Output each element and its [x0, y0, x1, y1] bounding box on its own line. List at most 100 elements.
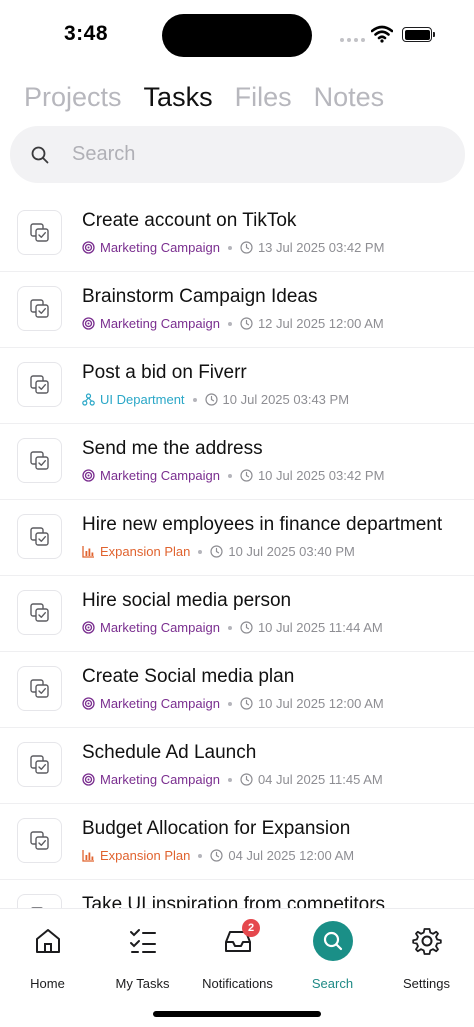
dynamic-island [162, 14, 312, 57]
task-title: Take UI inspiration from competitors [82, 894, 386, 908]
target-icon [82, 697, 95, 710]
task-title: Send me the address [82, 438, 263, 459]
search-icon [323, 931, 342, 951]
tab-tasks[interactable]: Tasks [144, 82, 213, 113]
task-icon-box [17, 666, 62, 711]
search-icon [31, 146, 49, 163]
clock-icon [204, 393, 218, 406]
checklist-icon [129, 929, 156, 953]
task-row[interactable]: Hire social media person Marketing Campai… [0, 576, 474, 652]
tab-files[interactable]: Files [235, 82, 292, 113]
search-input[interactable] [72, 143, 412, 166]
task-date: 12 Jul 2025 12:00 AM [257, 316, 384, 331]
wifi-icon [371, 25, 393, 43]
task-title: Budget Allocation for Expansion [82, 818, 351, 839]
task-project[interactable]: Expansion Plan [100, 848, 190, 863]
nav-settings-label: Settings [403, 976, 450, 991]
clock-icon [240, 773, 253, 786]
task-checkbox-icon [30, 831, 49, 850]
task-checkbox-icon [30, 451, 49, 470]
task-title: Schedule Ad Launch [82, 742, 257, 763]
gear-icon [411, 928, 442, 955]
task-project[interactable]: Marketing Campaign [100, 468, 220, 483]
nav-home[interactable]: Home [0, 919, 95, 991]
task-project[interactable]: Marketing Campaign [100, 620, 220, 635]
task-icon-box [17, 210, 62, 255]
task-meta: Marketing Campaign 10 Jul 2025 11:44 AM [82, 620, 383, 635]
search-bar[interactable] [10, 126, 465, 183]
target-icon [82, 241, 95, 254]
task-title: Brainstorm Campaign Ideas [82, 286, 318, 307]
task-row[interactable]: Post a bid on Fiverr UI Department 10 Jul … [0, 348, 474, 424]
task-meta: Marketing Campaign 10 Jul 2025 12:00 AM [82, 696, 384, 711]
clock-icon [210, 545, 223, 558]
task-date: 13 Jul 2025 03:42 PM [257, 240, 385, 255]
nav-notifications[interactable]: 2 Notifications [190, 919, 285, 991]
task-checkbox-icon [30, 527, 49, 546]
task-meta: Expansion Plan 10 Jul 2025 03:40 PM [82, 544, 355, 559]
task-icon-box [17, 818, 62, 863]
separator-dot [198, 549, 203, 554]
task-meta: UI Department 10 Jul 2025 03:43 PM [82, 392, 349, 407]
task-project[interactable]: Expansion Plan [100, 544, 190, 559]
task-project[interactable]: Marketing Campaign [100, 240, 220, 255]
task-row[interactable]: Hire new employees in finance department… [0, 500, 474, 576]
target-icon [82, 317, 95, 330]
home-icon [35, 929, 60, 953]
section-tabs: Projects Tasks Files Notes [24, 82, 384, 113]
task-icon-box [17, 742, 62, 787]
task-date: 10 Jul 2025 03:40 PM [228, 544, 355, 559]
nav-settings[interactable]: Settings [379, 919, 474, 991]
bottom-navigation: Home My Tasks 2 Notifications Search Set… [0, 908, 474, 1027]
task-checkbox-icon [30, 755, 49, 774]
task-checkbox-icon [30, 299, 49, 318]
task-project[interactable]: Marketing Campaign [100, 772, 220, 787]
separator-dot [192, 397, 197, 402]
task-icon-box [17, 362, 62, 407]
nav-home-label: Home [30, 976, 65, 991]
nav-my-tasks-label: My Tasks [115, 976, 170, 991]
nav-notifications-label: Notifications [202, 976, 273, 991]
status-time: 3:48 [64, 22, 109, 45]
task-meta: Marketing Campaign 10 Jul 2025 03:42 PM [82, 468, 384, 483]
task-title: Hire social media person [82, 590, 292, 611]
cellular-signal-icon [340, 38, 365, 42]
tab-projects[interactable]: Projects [24, 82, 122, 113]
target-icon [82, 621, 95, 634]
task-row[interactable]: Create Social media plan Marketing Campai… [0, 652, 474, 728]
clock-icon [240, 317, 253, 330]
separator-dot [227, 777, 232, 782]
task-date: 10 Jul 2025 03:42 PM [257, 468, 385, 483]
separator-dot [227, 321, 232, 326]
task-project[interactable]: Marketing Campaign [100, 696, 220, 711]
task-project[interactable]: UI Department [100, 392, 185, 407]
task-title: Create account on TikTok [82, 210, 297, 231]
task-checkbox-icon [30, 375, 49, 394]
nav-my-tasks[interactable]: My Tasks [95, 919, 190, 991]
target-icon [82, 773, 95, 786]
task-row[interactable]: Budget Allocation for Expansion Expansion… [0, 804, 474, 880]
separator-dot [227, 473, 232, 478]
task-row[interactable]: Brainstorm Campaign Ideas Marketing Campa… [0, 272, 474, 348]
task-title: Create Social media plan [82, 666, 295, 687]
task-list: Create account on TikTok Marketing Campai… [0, 196, 474, 908]
task-project[interactable]: Marketing Campaign [100, 316, 220, 331]
separator-dot [198, 853, 203, 858]
task-icon-box [17, 438, 62, 483]
task-icon-box [17, 894, 62, 908]
task-date: 04 Jul 2025 11:45 AM [257, 772, 383, 787]
task-meta: Marketing Campaign 13 Jul 2025 03:42 PM [82, 240, 384, 255]
nav-search[interactable]: Search [285, 919, 380, 991]
tab-notes[interactable]: Notes [314, 82, 385, 113]
battery-icon [402, 27, 435, 42]
separator-dot [227, 245, 232, 250]
task-row[interactable]: Send me the address Marketing Campaign 10 … [0, 424, 474, 500]
task-row[interactable]: Create account on TikTok Marketing Campai… [0, 196, 474, 272]
separator-dot [227, 701, 232, 706]
task-row[interactable]: Schedule Ad Launch Marketing Campaign 04 J… [0, 728, 474, 804]
nav-search-label: Search [311, 976, 354, 991]
bar-chart-icon [82, 546, 94, 558]
task-row[interactable]: Take UI inspiration from competitors [0, 880, 474, 908]
task-meta: Marketing Campaign 04 Jul 2025 11:45 AM [82, 772, 383, 787]
notification-badge: 2 [242, 919, 260, 937]
